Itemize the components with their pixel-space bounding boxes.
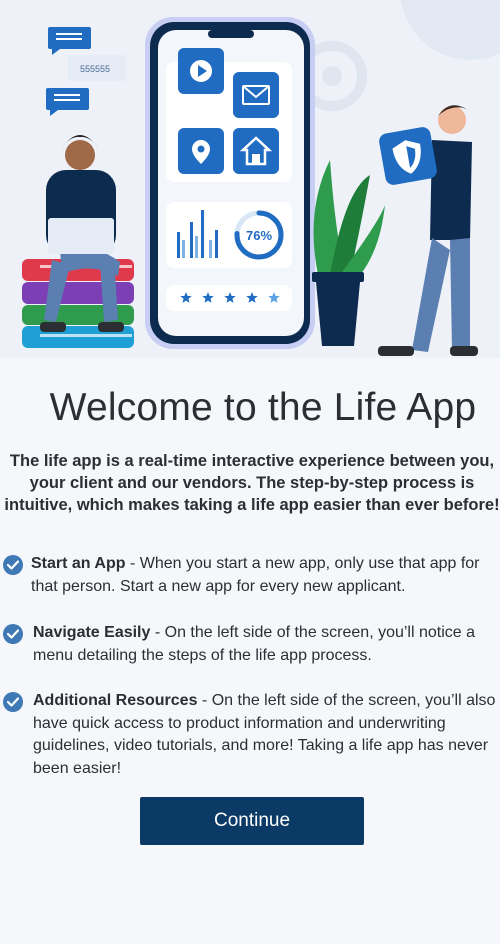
- potted-plant: [312, 160, 385, 346]
- page-title: Welcome to the Life App: [49, 386, 477, 429]
- feature-text: Start an App - When you start a new app,…: [31, 553, 500, 598]
- home-icon: [233, 128, 279, 174]
- shield-icon: [379, 127, 437, 185]
- feature-title: Navigate Easily: [33, 624, 151, 641]
- feature-title: Additional Resources: [33, 692, 198, 709]
- chat-bubble-number: 555555: [68, 55, 126, 81]
- feature-title: Start an App: [31, 555, 126, 572]
- chat-number-text: 555555: [80, 64, 110, 74]
- check-circle-icon: [3, 555, 23, 575]
- check-circle-icon: [3, 624, 23, 644]
- feature-text: Navigate Easily - On the left side of th…: [33, 622, 500, 667]
- location-pin-icon: [178, 128, 224, 174]
- play-icon: [178, 48, 224, 94]
- feature-text: Additional Resources - On the left side …: [33, 690, 500, 780]
- chat-bubble-icon: [48, 27, 91, 55]
- chat-bubble-icon: [46, 88, 89, 116]
- mail-icon: [233, 72, 279, 118]
- intro-text: The life app is a real-time interactive …: [4, 452, 500, 514]
- check-circle-icon: [3, 692, 23, 712]
- continue-button[interactable]: Continue: [140, 797, 364, 845]
- hero-svg: 555555 76%: [22, 0, 500, 356]
- background-blob: [400, 0, 500, 60]
- hero-illustration: 555555 76%: [0, 0, 500, 358]
- progress-label: 76%: [246, 228, 272, 243]
